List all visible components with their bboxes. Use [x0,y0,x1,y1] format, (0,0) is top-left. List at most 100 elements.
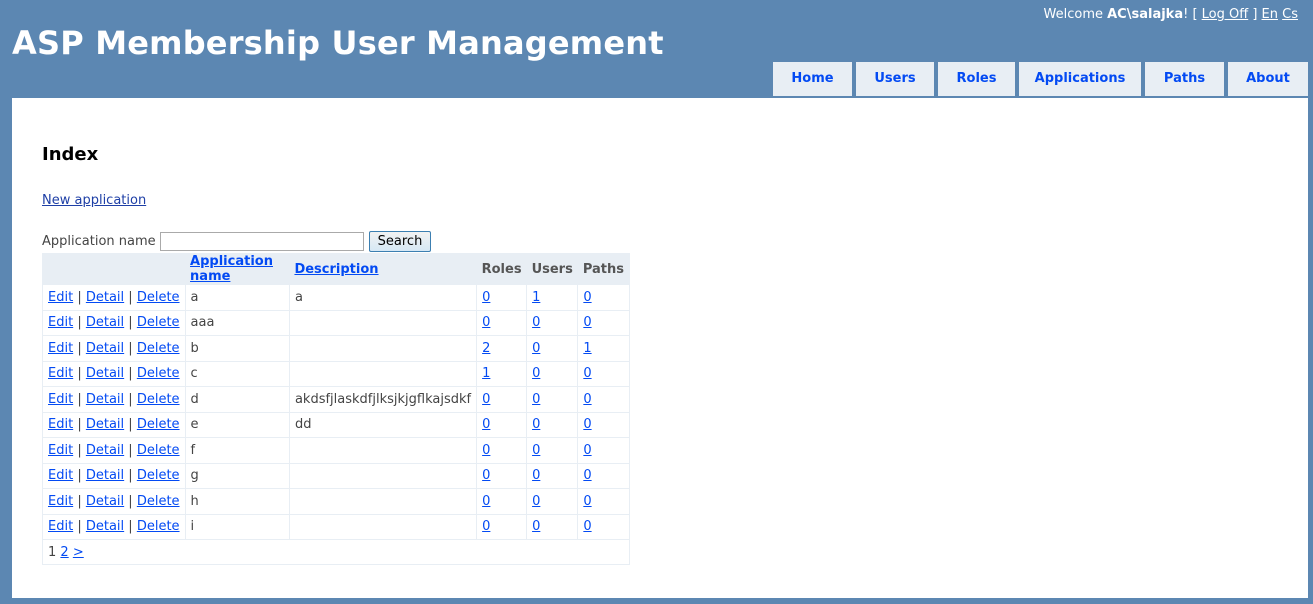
paths-count-link[interactable]: 0 [583,290,591,305]
delete-link[interactable]: Delete [137,417,180,432]
paths-count-link[interactable]: 0 [583,366,591,381]
separator: | [77,340,82,356]
cell-users: 0 [526,437,579,463]
row-actions: Edit | Detail | Delete [42,386,186,412]
detail-link[interactable]: Detail [86,366,124,381]
detail-link[interactable]: Detail [86,315,124,330]
cell-users: 0 [526,488,579,514]
search-input[interactable] [159,232,364,251]
separator: | [77,315,82,331]
table-row: Edit | Detail | Delete aaa 0 0 0 [42,309,630,336]
pager-page-2-link[interactable]: 2 [60,545,68,560]
users-count-link[interactable]: 0 [532,392,540,407]
roles-count-link[interactable]: 0 [482,494,490,509]
row-actions: Edit | Detail | Delete [42,284,186,310]
detail-link[interactable]: Detail [86,443,124,458]
detail-link[interactable]: Detail [86,392,124,407]
cell-roles: 0 [476,386,528,412]
detail-link[interactable]: Detail [86,468,124,483]
lang-en-link[interactable]: En [1262,7,1278,22]
paths-count-link[interactable]: 0 [583,519,591,534]
cell-description [289,462,478,489]
detail-link[interactable]: Detail [86,417,124,432]
edit-link[interactable]: Edit [48,366,73,381]
paths-count-link[interactable]: 0 [583,494,591,509]
roles-count-link[interactable]: 0 [482,443,490,458]
main-menu: Home Users Roles Applications Paths Abou… [769,62,1308,96]
logoff-link[interactable]: Log Off [1202,7,1249,22]
roles-count-link[interactable]: 0 [482,519,490,534]
edit-link[interactable]: Edit [48,443,73,458]
menu-roles[interactable]: Roles [938,62,1015,96]
cell-paths: 1 [577,335,630,361]
paths-count-link[interactable]: 0 [583,315,591,330]
edit-link[interactable]: Edit [48,417,73,432]
paths-count-link[interactable]: 1 [583,341,591,356]
menu-paths[interactable]: Paths [1145,62,1224,96]
new-application-link[interactable]: New application [42,193,146,208]
roles-count-link[interactable]: 0 [482,290,490,305]
edit-link[interactable]: Edit [48,290,73,305]
applications-table: Application name Description Roles Users… [42,253,630,565]
search-button[interactable]: Search [368,231,432,252]
users-count-link[interactable]: 0 [532,468,540,483]
users-count-link[interactable]: 1 [532,290,540,305]
roles-count-link[interactable]: 0 [482,392,490,407]
detail-link[interactable]: Detail [86,290,124,305]
cell-description: a [289,284,478,310]
detail-link[interactable]: Detail [86,494,124,509]
menu-users[interactable]: Users [856,62,934,96]
menu-home[interactable]: Home [773,62,852,96]
separator: | [128,366,133,382]
menu-applications[interactable]: Applications [1019,62,1141,96]
menu-about[interactable]: About [1228,62,1308,96]
edit-link[interactable]: Edit [48,315,73,330]
users-count-link[interactable]: 0 [532,341,540,356]
cell-roles: 0 [476,462,528,489]
users-count-link[interactable]: 0 [532,315,540,330]
pager-current-page: 1 [48,544,57,560]
users-count-link[interactable]: 0 [532,366,540,381]
separator: | [128,391,133,407]
delete-link[interactable]: Delete [137,392,180,407]
detail-link[interactable]: Detail [86,519,124,534]
cell-description [289,309,478,336]
sort-description-link[interactable]: Description [294,262,378,277]
detail-link[interactable]: Detail [86,341,124,356]
sort-application-name-link[interactable]: Application name [190,254,273,284]
table-row: Edit | Detail | Delete i 0 0 0 [42,513,630,540]
delete-link[interactable]: Delete [137,366,180,381]
separator: | [77,417,82,433]
table-row: Edit | Detail | Delete g 0 0 0 [42,462,630,489]
row-actions: Edit | Detail | Delete [42,488,186,514]
users-count-link[interactable]: 0 [532,494,540,509]
paths-count-link[interactable]: 0 [583,468,591,483]
edit-link[interactable]: Edit [48,519,73,534]
users-count-link[interactable]: 0 [532,519,540,534]
roles-count-link[interactable]: 0 [482,315,490,330]
delete-link[interactable]: Delete [137,315,180,330]
delete-link[interactable]: Delete [137,468,180,483]
paths-count-link[interactable]: 0 [583,392,591,407]
pager-next-link[interactable]: > [73,545,84,560]
delete-link[interactable]: Delete [137,519,180,534]
delete-link[interactable]: Delete [137,443,180,458]
delete-link[interactable]: Delete [137,494,180,509]
edit-link[interactable]: Edit [48,468,73,483]
users-count-link[interactable]: 0 [532,443,540,458]
roles-count-link[interactable]: 2 [482,341,490,356]
lang-cs-link[interactable]: Cs [1282,7,1298,22]
paths-count-link[interactable]: 0 [583,443,591,458]
delete-link[interactable]: Delete [137,290,180,305]
cell-description [289,437,478,463]
roles-count-link[interactable]: 1 [482,366,490,381]
roles-count-link[interactable]: 0 [482,417,490,432]
edit-link[interactable]: Edit [48,392,73,407]
paths-count-link[interactable]: 0 [583,417,591,432]
separator: | [77,391,82,407]
edit-link[interactable]: Edit [48,494,73,509]
delete-link[interactable]: Delete [137,341,180,356]
edit-link[interactable]: Edit [48,341,73,356]
users-count-link[interactable]: 0 [532,417,540,432]
roles-count-link[interactable]: 0 [482,468,490,483]
